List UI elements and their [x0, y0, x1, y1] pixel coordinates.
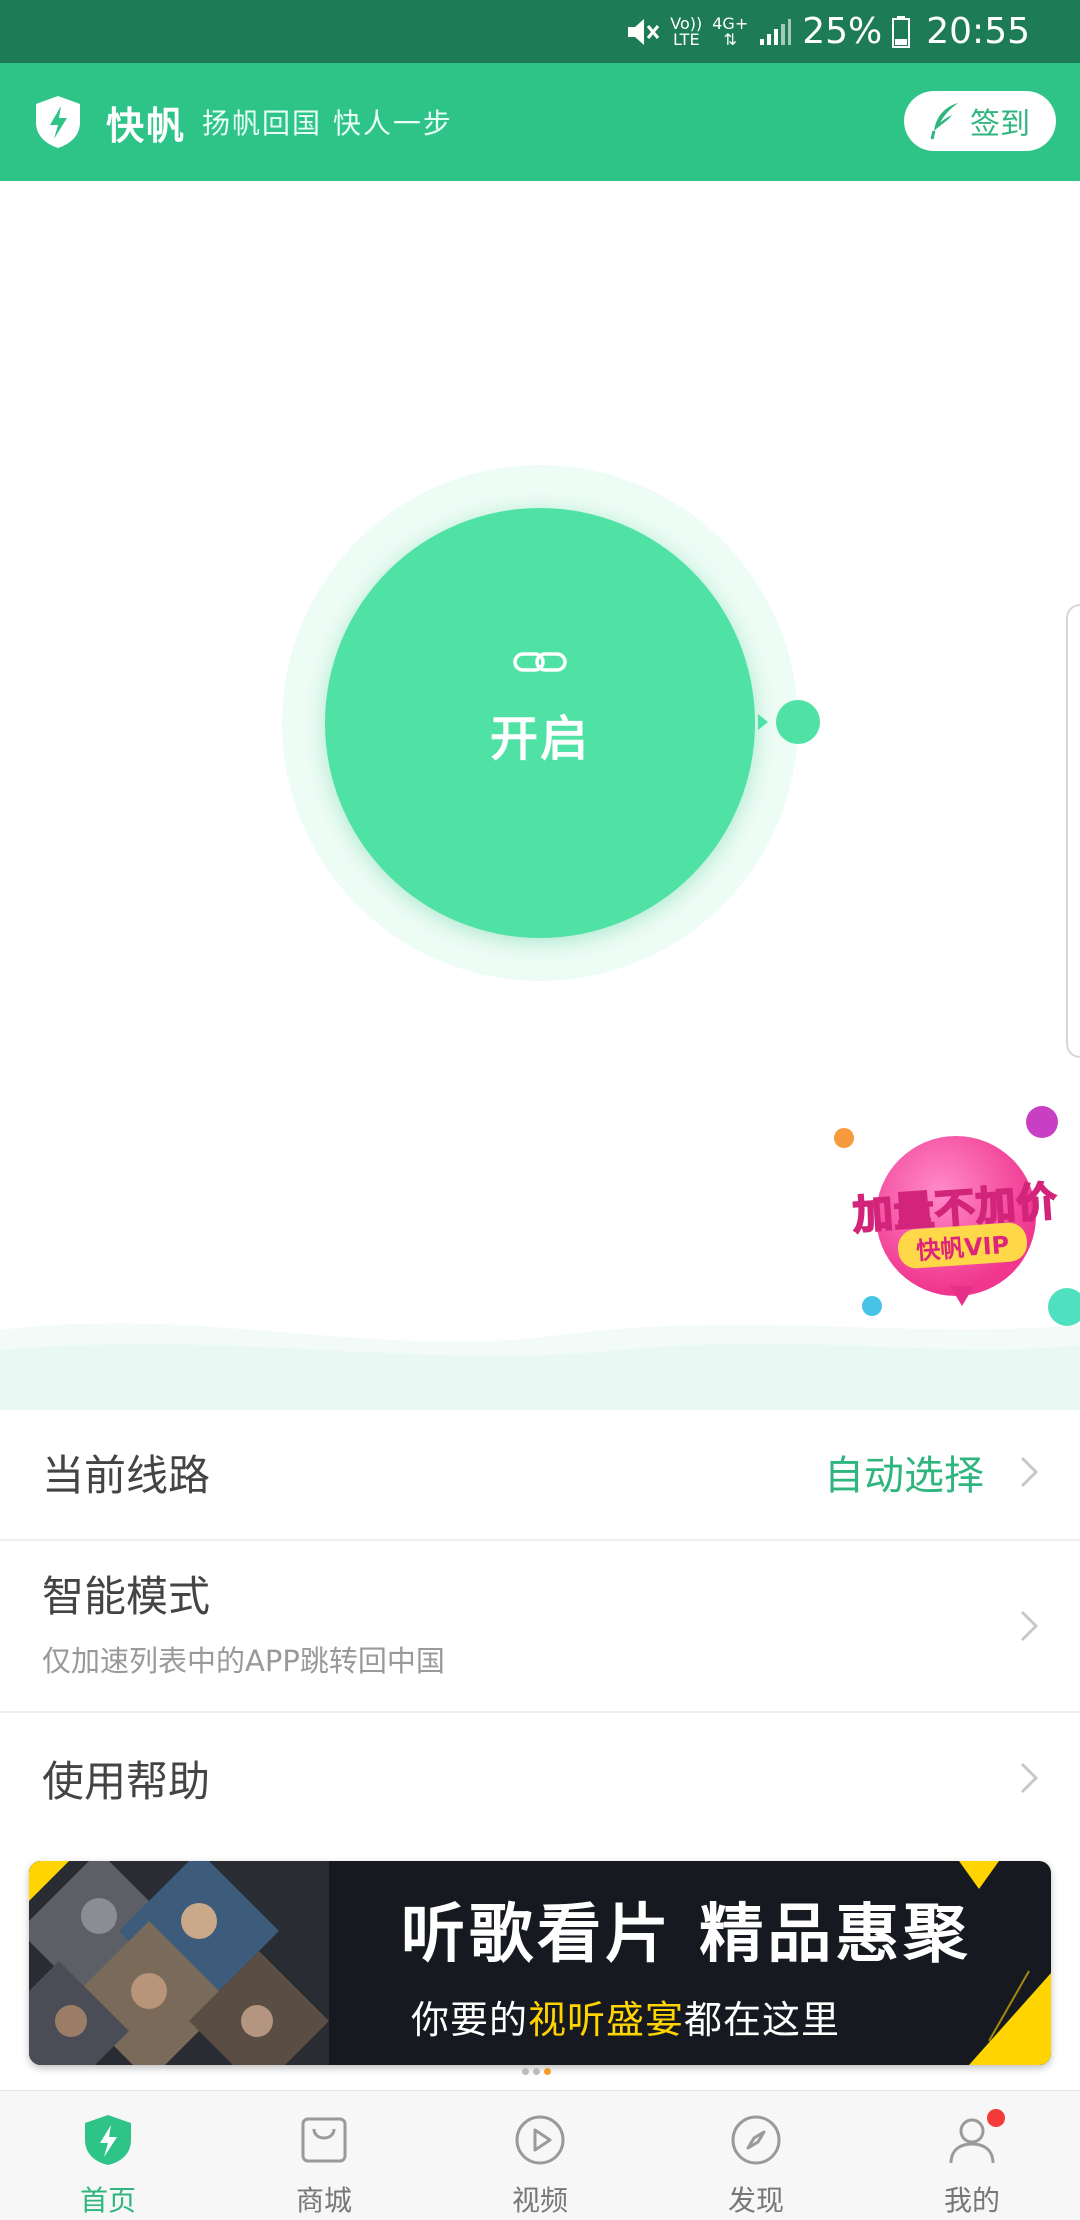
route-value: 自动选择 — [824, 1453, 984, 1499]
volte-indicator: Vo)) LTE — [670, 15, 702, 49]
bottom-nav: 首页 商城 视频 发现 我的 — [0, 2090, 1080, 2220]
lightning-shield-icon — [36, 96, 80, 148]
banner-subtitle: 你要的视听盛宴都在这里 — [411, 1989, 840, 2044]
decor-wave — [0, 1323, 1080, 1410]
nav-item-discover[interactable]: 发现 — [648, 2091, 864, 2220]
smart-mode-title: 智能模式 — [42, 1572, 211, 1621]
nav-label-me: 我的 — [943, 2184, 1000, 2217]
pager-dot — [533, 2068, 540, 2075]
banner-subtitle-before: 你要的 — [411, 1998, 529, 2042]
nav-item-home[interactable]: 首页 — [0, 2091, 216, 2220]
notification-badge — [987, 2109, 1005, 2127]
chevron-right-icon — [1020, 1610, 1039, 1642]
help-row[interactable]: 使用帮助 — [0, 1713, 1080, 1843]
settings-list: 当前线路 自动选择 智能模式 仅加速列表中的APP跳转回中国 使用帮助 — [0, 1405, 1080, 1843]
connect-label: 开启 — [489, 711, 590, 767]
app-header: 快帆 扬帆回国 快人一步 签到 — [0, 63, 1080, 181]
smart-mode-row[interactable]: 智能模式 仅加速列表中的APP跳转回中国 — [0, 1541, 1080, 1713]
nav-item-shop[interactable]: 商城 — [216, 2091, 432, 2220]
pager-dot — [522, 2068, 529, 2075]
chevron-right-icon — [1020, 1456, 1039, 1488]
orbit-dot — [776, 700, 820, 744]
banner-subtitle-after: 都在这里 — [684, 1998, 841, 2042]
home-shield-icon — [85, 2115, 131, 2165]
app-root: Vo)) LTE 4G+ ⇅ 25% 20:55 快帆 扬帆回国 快人一步 签到… — [0, 0, 1080, 2220]
nav-label-shop: 商城 — [295, 2184, 352, 2217]
battery-percent: 25% — [802, 11, 883, 52]
promo-banner[interactable]: 听歌看片 精品惠聚 你要的视听盛宴都在这里 — [29, 1861, 1051, 2065]
feather-icon — [930, 103, 958, 140]
nav-label-discover: 发现 — [727, 2184, 784, 2217]
brand-slogan: 扬帆回国 快人一步 — [202, 107, 453, 140]
nav-label-home: 首页 — [79, 2184, 136, 2217]
nav-item-video[interactable]: 视频 — [432, 2091, 648, 2220]
clock: 20:55 — [926, 11, 1030, 52]
brand-name: 快帆 — [106, 103, 187, 148]
play-icon — [515, 2115, 565, 2165]
signin-button[interactable]: 签到 — [904, 91, 1056, 151]
banner-pager — [522, 2068, 551, 2075]
link-icon — [513, 652, 567, 672]
pager-dot-active — [544, 2068, 551, 2075]
signin-label: 签到 — [970, 107, 1030, 142]
signal-icon — [760, 18, 792, 45]
route-title: 当前线路 — [42, 1450, 211, 1500]
battery-icon — [892, 15, 911, 48]
nav-item-me[interactable]: 我的 — [864, 2091, 1080, 2220]
data-arrows-icon: ⇅ — [723, 29, 737, 49]
orbit-pointer — [758, 714, 768, 730]
smart-mode-subtitle: 仅加速列表中的APP跳转回中国 — [42, 1644, 445, 1678]
volte-bottom-text: LTE — [672, 29, 700, 49]
status-bar: Vo)) LTE 4G+ ⇅ 25% 20:55 — [0, 0, 1080, 63]
chevron-right-icon — [1020, 1762, 1039, 1794]
route-setting-row[interactable]: 当前线路 自动选择 — [0, 1405, 1080, 1541]
banner-subtitle-highlight: 视听盛宴 — [528, 1998, 685, 2042]
compass-icon — [731, 2115, 781, 2165]
help-title: 使用帮助 — [42, 1756, 211, 1806]
mute-icon — [628, 18, 660, 45]
decor-ball-orange — [834, 1128, 854, 1148]
nav-label-video: 视频 — [511, 2184, 568, 2217]
network-indicator: 4G+ ⇅ — [712, 15, 748, 49]
banner-title: 听歌看片 精品惠聚 — [401, 1898, 972, 1972]
decor-ball-purple — [1026, 1106, 1058, 1138]
shopping-bag-icon — [301, 2117, 347, 2163]
connect-button[interactable]: 开启 — [325, 508, 755, 938]
side-drawer-handle[interactable] — [1066, 604, 1080, 1058]
vip-promo-bubble[interactable]: 加量不加价 快帆VIP — [830, 1100, 1080, 1330]
